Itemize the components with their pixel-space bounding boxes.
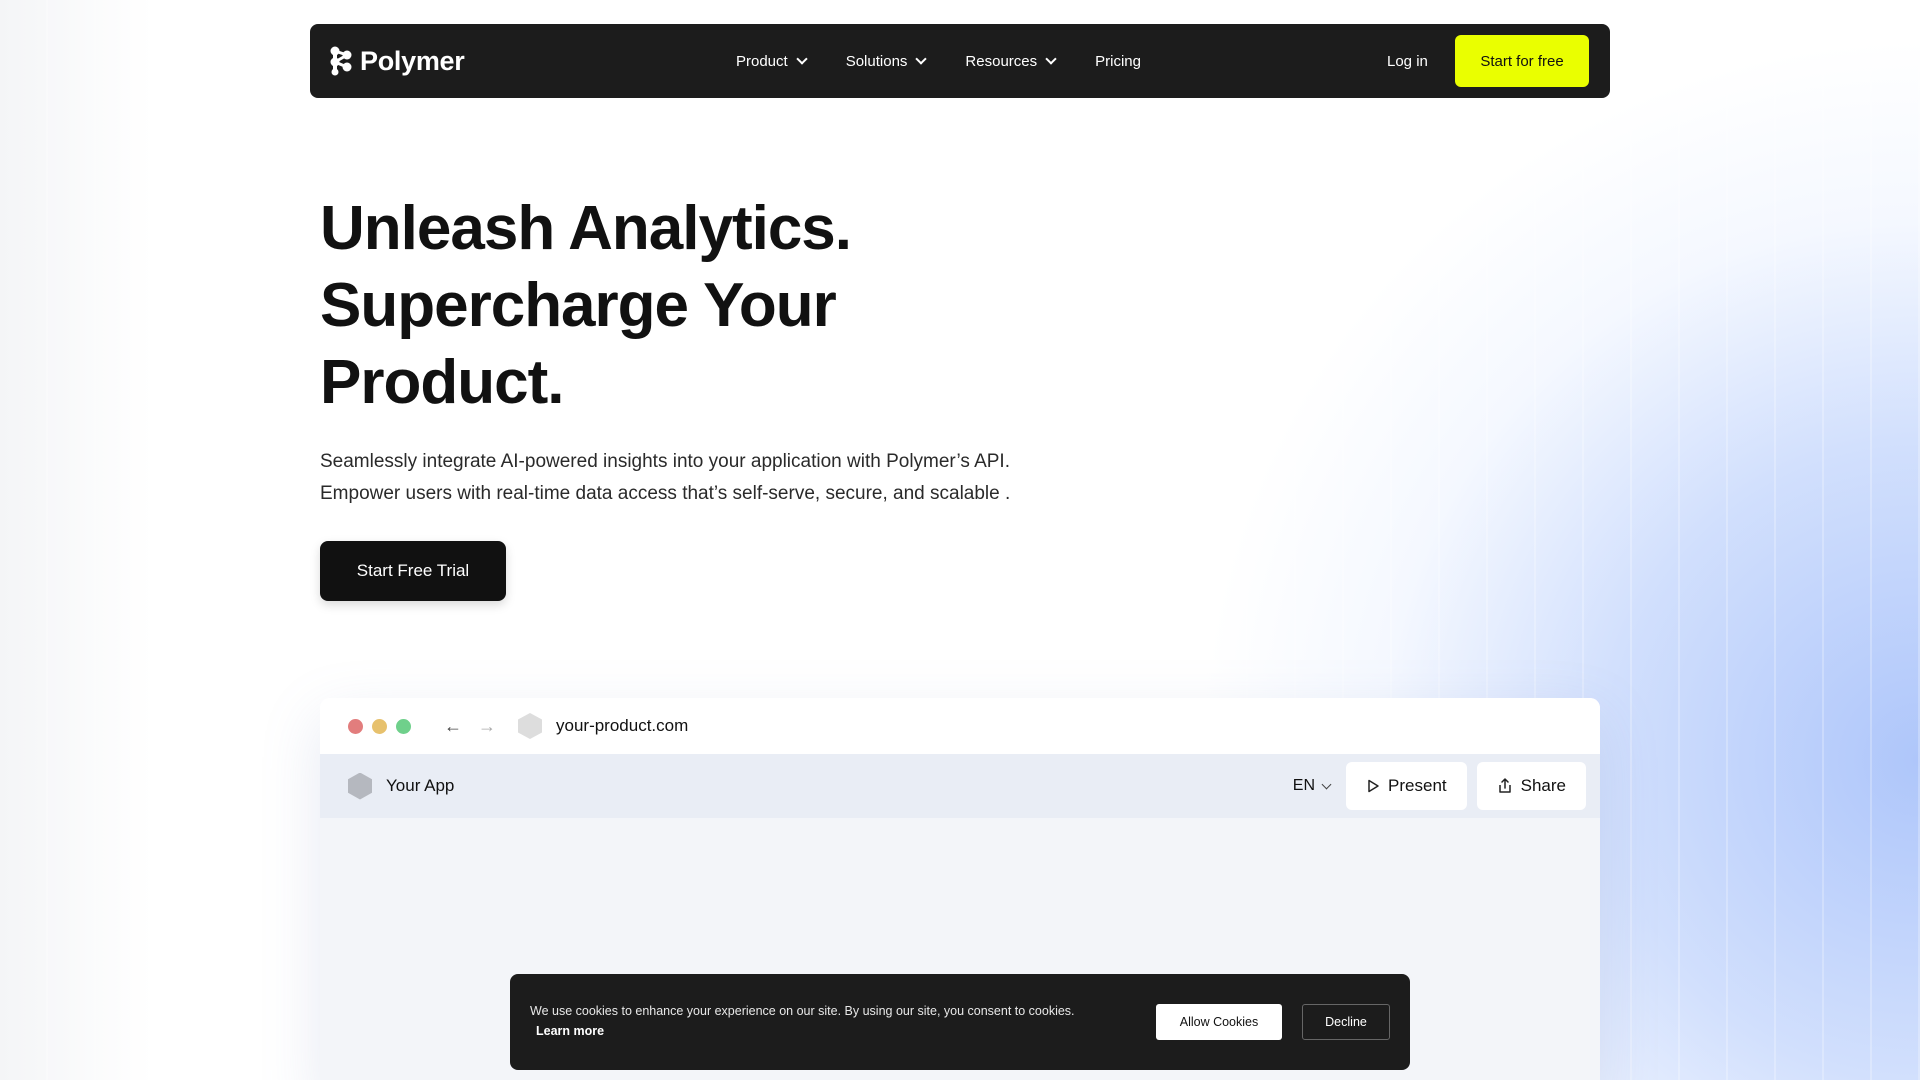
site-favicon-icon: [518, 713, 542, 739]
nav-item-label: Solutions: [845, 52, 908, 70]
nav-item-resources[interactable]: Resources: [965, 52, 1057, 70]
login-link[interactable]: Log in: [1387, 53, 1428, 70]
cookie-message: We use cookies to enhance your experienc…: [530, 1004, 1075, 1018]
app-header-actions: EN Present Share: [1293, 762, 1586, 810]
present-label: Present: [1388, 776, 1447, 795]
app-name: Your App: [386, 776, 455, 795]
brand-logo[interactable]: Polymer: [330, 45, 465, 77]
present-button[interactable]: Present: [1346, 762, 1467, 810]
language-value: EN: [1292, 777, 1316, 794]
forward-arrow-icon[interactable]: →: [478, 716, 496, 737]
allow-cookies-button[interactable]: Allow Cookies: [1156, 1004, 1282, 1040]
top-navbar: Polymer Product Solutions Resources Pric…: [310, 24, 1610, 98]
language-selector[interactable]: EN: [1292, 777, 1332, 795]
nav-item-product[interactable]: Product: [736, 52, 808, 70]
share-label: Share: [1520, 776, 1566, 795]
brand-name: Polymer: [360, 45, 465, 76]
nav-item-pricing[interactable]: Pricing: [1095, 53, 1141, 70]
app-logo-icon: [348, 772, 372, 800]
window-minimize-dot: [372, 718, 387, 734]
chevron-down-icon: [1321, 779, 1332, 789]
address-bar-url[interactable]: your-product.com: [556, 716, 688, 736]
cookie-learn-more-link[interactable]: Learn more: [536, 1024, 604, 1038]
cookie-banner: We use cookies to enhance your experienc…: [510, 974, 1410, 1070]
hero-title-line: Product.: [320, 348, 564, 417]
play-icon: [1368, 779, 1379, 793]
hero-title-line: Supercharge Your: [320, 271, 837, 340]
decline-cookies-button[interactable]: Decline: [1302, 1004, 1390, 1040]
browser-toolbar: ← → your-product.com: [320, 698, 1600, 754]
nav-item-label: Resources: [965, 52, 1038, 70]
chevron-down-icon: [915, 53, 928, 65]
polymer-logo-icon: [330, 46, 354, 76]
share-icon: [1498, 778, 1511, 793]
start-for-free-button[interactable]: Start for free: [1455, 35, 1589, 87]
window-close-dot: [348, 718, 363, 734]
share-button[interactable]: Share: [1476, 762, 1586, 810]
hero-subtitle-line: Empower users with real-time data access…: [320, 483, 1011, 504]
hero-subtitle-line: Seamlessly integrate AI-powered insights…: [320, 451, 1010, 472]
nav-item-solutions[interactable]: Solutions: [845, 52, 928, 70]
start-free-trial-button[interactable]: Start Free Trial: [320, 541, 506, 601]
chevron-down-icon: [1045, 53, 1057, 65]
hero-title-line: Unleash Analytics.: [320, 194, 852, 263]
hero-subtitle: Seamlessly integrate AI-powered insights…: [320, 446, 1010, 510]
back-arrow-icon[interactable]: ←: [444, 716, 462, 737]
window-maximize-dot: [396, 718, 411, 734]
chevron-down-icon: [796, 53, 808, 65]
hero-title: Unleash Analytics. Supercharge Your Prod…: [320, 190, 920, 421]
main-menu: Product Solutions Resources Pricing: [736, 53, 1181, 70]
nav-item-label: Pricing: [1095, 52, 1141, 70]
nav-item-label: Product: [736, 52, 788, 70]
app-header: Your App EN Present Share: [320, 754, 1600, 818]
